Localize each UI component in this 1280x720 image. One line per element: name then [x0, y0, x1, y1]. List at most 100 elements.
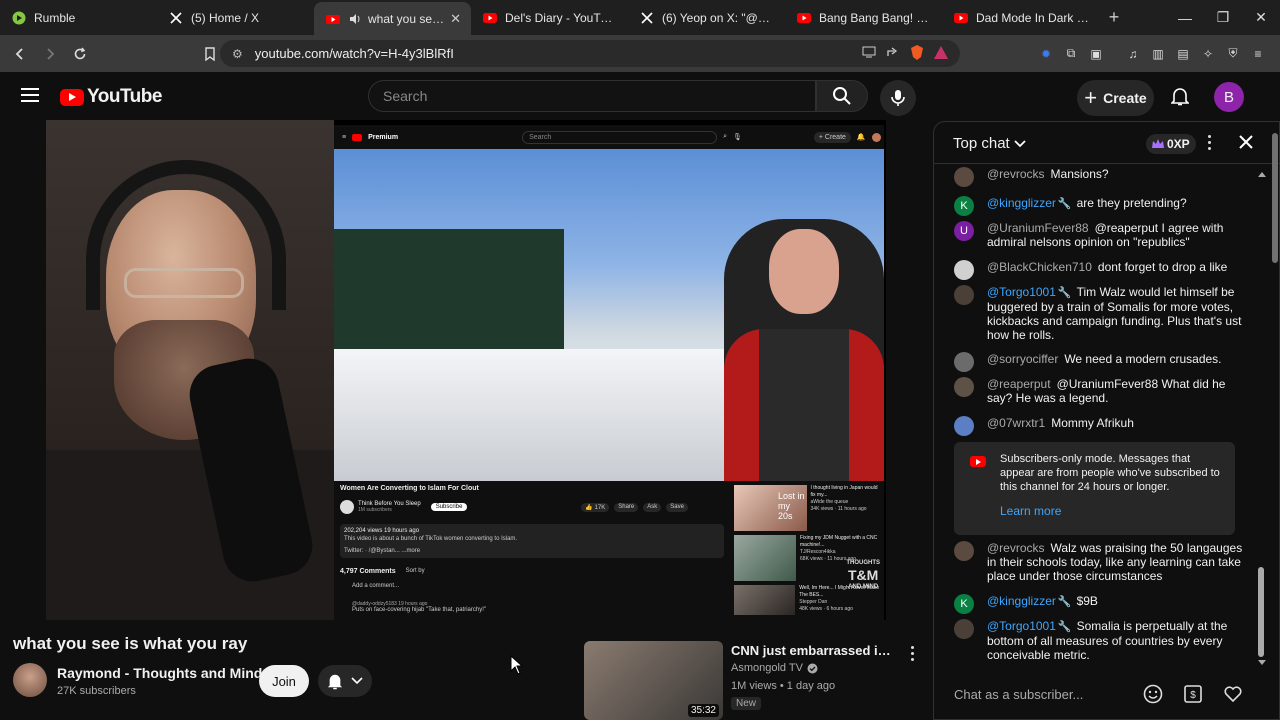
- hamburger-menu-icon[interactable]: [21, 88, 39, 102]
- site-settings-icon[interactable]: ⚙: [232, 47, 243, 61]
- inner-add-comment: Add a comment...: [352, 583, 400, 589]
- create-label: Create: [1103, 90, 1147, 106]
- extensions-bar: ✹ ⧉ ▣ ♫ ▥ ▤ ✧ ⛨ ≡: [1038, 35, 1266, 72]
- leo-ai-icon[interactable]: ✧: [1200, 46, 1216, 62]
- create-button[interactable]: + Create: [1077, 80, 1154, 116]
- notifications-button[interactable]: [1168, 84, 1192, 108]
- more-actions-icon[interactable]: [906, 643, 918, 663]
- channel-avatar[interactable]: [13, 663, 47, 697]
- chat-more-options-icon[interactable]: [1208, 135, 1211, 150]
- super-chat-icon[interactable]: $: [1182, 683, 1204, 705]
- tab-label: Dad Mode In Dark Mode: [976, 10, 1089, 25]
- wallet-icon[interactable]: ▤: [1175, 46, 1191, 62]
- scroll-down-icon[interactable]: [1258, 660, 1266, 665]
- channel-name[interactable]: Raymond - Thoughts and Mind: [57, 665, 262, 681]
- chat-avatar[interactable]: [954, 416, 974, 436]
- page-scroll-thumb[interactable]: [1272, 133, 1278, 263]
- new-badge: New: [731, 697, 762, 710]
- page-scrollbar[interactable]: [1270, 121, 1280, 720]
- tab-bang-bang[interactable]: Bang Bang Bang! HD - You: [785, 0, 942, 35]
- chat-avatar[interactable]: [954, 377, 974, 397]
- recommendation-thumbnail[interactable]: 35:32: [584, 641, 723, 720]
- tab-x-home[interactable]: (5) Home / X: [157, 0, 314, 35]
- chat-input[interactable]: Chat as a subscriber...: [954, 680, 1148, 708]
- forward-button[interactable]: [38, 42, 62, 66]
- chat-messages: @revrocks Mansions? K @kingglizzer 🔧 are th…: [934, 164, 1264, 669]
- share-icon[interactable]: [886, 46, 900, 61]
- inner-bell-icon: 🔔: [856, 134, 866, 141]
- sidebar-icon[interactable]: ▥: [1150, 46, 1166, 62]
- youtube-logo[interactable]: YouTube: [60, 86, 162, 108]
- maximize-button[interactable]: ❐: [1204, 0, 1242, 35]
- url-field[interactable]: ⚙ youtube.com/watch?v=H-4y3lBlRfI: [220, 40, 960, 67]
- minimize-button[interactable]: —: [1166, 0, 1204, 35]
- browser-tab-bar: Rumble (5) Home / X what you see is what…: [0, 0, 1280, 35]
- close-window-button[interactable]: ✕: [1242, 0, 1280, 35]
- join-button[interactable]: Join: [259, 665, 309, 697]
- brave-rewards-icon[interactable]: [934, 45, 948, 62]
- chat-avatar[interactable]: [954, 352, 974, 372]
- music-icon[interactable]: ♫: [1125, 46, 1141, 62]
- chat-avatar[interactable]: K: [954, 196, 974, 216]
- vest-shape: [759, 329, 849, 481]
- xp-badge[interactable]: 0XP: [1146, 134, 1196, 154]
- chat-avatar[interactable]: [954, 285, 974, 305]
- install-app-icon[interactable]: [862, 46, 876, 61]
- tab-dels-diary[interactable]: Del's Diary - YouTube: [471, 0, 628, 35]
- top-chat-dropdown[interactable]: Top chat: [953, 135, 1026, 152]
- menu-icon[interactable]: ≡: [1250, 46, 1266, 62]
- close-chat-icon[interactable]: [1236, 132, 1256, 152]
- reload-button[interactable]: [68, 42, 92, 66]
- chat-avatar[interactable]: [954, 541, 974, 561]
- account-avatar[interactable]: B: [1214, 82, 1244, 112]
- voice-search-button[interactable]: [880, 80, 916, 116]
- scroll-thumb[interactable]: [1258, 567, 1264, 657]
- speaker-icon[interactable]: [348, 12, 362, 26]
- chat-avatar[interactable]: U: [954, 221, 974, 241]
- vpn-shield-icon[interactable]: ⛨: [1225, 46, 1241, 62]
- chat-header: Top chat 0XP: [934, 122, 1279, 164]
- recommendation-title[interactable]: CNN just embarrassed itself..: [731, 643, 891, 658]
- live-chat-panel: Top chat 0XP @revrocks Mansions? K @kingg…: [933, 121, 1280, 720]
- emoji-icon[interactable]: [1142, 683, 1164, 705]
- x-icon: [640, 11, 654, 25]
- tab-current-video[interactable]: what you see is what you ray ✕: [314, 2, 471, 35]
- learn-more-link[interactable]: Learn more: [1000, 504, 1061, 518]
- back-button[interactable]: [8, 42, 32, 66]
- wrench-icon: 🔧: [1057, 596, 1072, 608]
- close-tab-icon[interactable]: ✕: [450, 11, 461, 27]
- chat-message: K @kingglizzer 🔧 $9B: [954, 594, 1254, 614]
- recommendation-channel[interactable]: Asmongold TV: [731, 662, 818, 674]
- youtube-play-icon: [60, 88, 84, 106]
- new-tab-button[interactable]: +: [1099, 7, 1129, 28]
- brave-shields-icon[interactable]: [910, 44, 924, 63]
- chat-avatar[interactable]: [954, 167, 974, 187]
- inner-recommendations: Lost in my 20s I thought living in Japan…: [734, 485, 882, 619]
- search-button[interactable]: [816, 80, 868, 112]
- inner-video-meta: Women Are Converting to Islam For Clout …: [340, 485, 730, 613]
- chat-message: @reaperput @UraniumFever88 What did he sa…: [954, 377, 1254, 405]
- tab-x-yeop[interactable]: (6) Yeop on X: "@Forsaken: [628, 0, 785, 35]
- chat-avatar[interactable]: K: [954, 594, 974, 614]
- x-icon: [169, 11, 183, 25]
- video-player[interactable]: ≡ Premium Search ⌕ 🎙 + Create 🔔 Women Ar…: [46, 120, 886, 620]
- reader-icon[interactable]: ▣: [1088, 46, 1104, 62]
- tab-dad-mode[interactable]: Dad Mode In Dark Mode: [942, 0, 1099, 35]
- verified-icon: [807, 663, 818, 673]
- bookmark-icon[interactable]: [198, 42, 222, 66]
- inner-share-button: Share: [614, 502, 639, 512]
- inner-rec-title: I thought living in Japan would fix my..…: [810, 485, 878, 498]
- bell-icon: [1171, 88, 1189, 106]
- vpn-icon[interactable]: ✹: [1038, 46, 1054, 62]
- mouse-cursor-icon: [510, 655, 524, 675]
- extensions-icon[interactable]: ⧉: [1063, 46, 1079, 62]
- microphone-icon: [891, 90, 905, 106]
- chat-avatar[interactable]: [954, 619, 974, 639]
- tab-rumble[interactable]: Rumble: [0, 0, 157, 35]
- chat-avatar[interactable]: [954, 260, 974, 280]
- chat-scrollbar[interactable]: [1258, 172, 1266, 665]
- subscription-notifications-button[interactable]: [318, 665, 372, 697]
- heart-icon[interactable]: [1222, 683, 1244, 705]
- search-input[interactable]: Search: [368, 80, 816, 112]
- scroll-up-icon[interactable]: [1258, 172, 1266, 177]
